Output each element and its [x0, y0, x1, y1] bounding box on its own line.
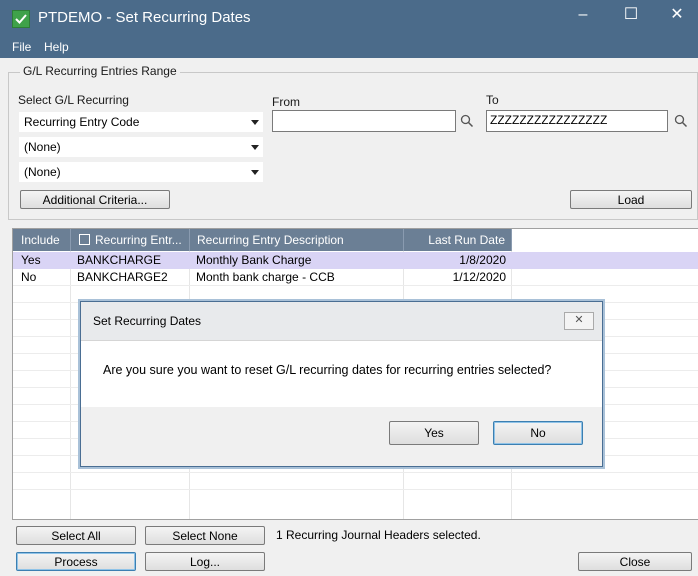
description-cell: Month bank charge - CCB [196, 270, 335, 284]
close-button[interactable]: Close [578, 552, 692, 571]
column-divider [70, 251, 71, 519]
column-header-include[interactable]: Include [13, 229, 71, 251]
menu-file[interactable]: File [12, 40, 31, 54]
select-none-button[interactable]: Select None [145, 526, 265, 545]
maximize-button[interactable]: ☐ [608, 0, 654, 32]
recurring-field-combo[interactable]: Recurring Entry Code [18, 111, 264, 133]
menu-help[interactable]: Help [44, 40, 69, 54]
to-label: To [486, 93, 499, 107]
to-input[interactable]: ZZZZZZZZZZZZZZZZ [486, 110, 668, 132]
combo-value: Recurring Entry Code [24, 115, 140, 129]
row-divider [13, 472, 698, 473]
from-search-icon[interactable] [460, 114, 474, 128]
chevron-down-icon [251, 120, 259, 125]
window-title: PTDEMO - Set Recurring Dates [38, 9, 251, 26]
menu-bar: File Help [0, 36, 698, 58]
load-button[interactable]: Load [570, 190, 692, 209]
code-cell: BANKCHARGE [77, 253, 162, 267]
criteria-combo-3[interactable]: (None) [18, 161, 264, 183]
include-cell: No [21, 270, 37, 284]
selection-status-text: 1 Recurring Journal Headers selected. [276, 528, 481, 542]
dialog-no-button[interactable]: No [493, 421, 583, 445]
log-button[interactable]: Log... [145, 552, 265, 571]
dialog-button-area: Yes No [81, 407, 602, 466]
confirm-dialog: Set Recurring Dates ✕ Are you sure you w… [80, 301, 603, 467]
last-run-cell: 1/8/2020 [459, 253, 506, 267]
description-cell: Monthly Bank Charge [196, 253, 312, 267]
to-input-value: ZZZZZZZZZZZZZZZZ [490, 113, 608, 127]
range-group-title: G/L Recurring Entries Range [20, 64, 180, 78]
column-header-code[interactable]: Recurring Entr... [71, 229, 190, 251]
app-check-icon [12, 10, 30, 28]
table-row[interactable]: No BANKCHARGE2 Month bank charge - CCB 1… [13, 269, 698, 286]
combo-value: (None) [24, 140, 61, 154]
column-header-description[interactable]: Recurring Entry Description [190, 229, 404, 251]
dialog-body: Are you sure you want to reset G/L recur… [81, 341, 602, 407]
code-cell: BANKCHARGE2 [77, 270, 168, 284]
table-row[interactable]: Yes BANKCHARGE Monthly Bank Charge 1/8/2… [13, 252, 698, 269]
minimize-button[interactable]: – [560, 0, 606, 32]
title-bar: PTDEMO - Set Recurring Dates – ☐ ✕ [0, 0, 698, 36]
row-divider [13, 489, 698, 490]
dialog-message: Are you sure you want to reset G/L recur… [103, 363, 552, 377]
dialog-title: Set Recurring Dates [93, 314, 202, 328]
dialog-close-icon[interactable]: ✕ [564, 312, 594, 330]
select-all-button[interactable]: Select All [16, 526, 136, 545]
column-header-last-run[interactable]: Last Run Date [404, 229, 512, 251]
criteria-combo-2[interactable]: (None) [18, 136, 264, 158]
to-search-icon[interactable] [674, 114, 688, 128]
dialog-title-bar: Set Recurring Dates ✕ [81, 302, 602, 341]
process-button[interactable]: Process [16, 552, 136, 571]
include-cell: Yes [21, 253, 41, 267]
dialog-yes-button[interactable]: Yes [389, 421, 479, 445]
chevron-down-icon [251, 170, 259, 175]
from-label: From [272, 95, 300, 109]
main-window: PTDEMO - Set Recurring Dates – ☐ ✕ File … [0, 0, 698, 576]
combo-value: (None) [24, 165, 61, 179]
column-header-code-label: Recurring Entr... [95, 233, 182, 247]
from-input[interactable] [272, 110, 456, 132]
window-close-button[interactable]: ✕ [654, 0, 698, 32]
last-run-cell: 1/12/2020 [452, 270, 506, 284]
select-recurring-label: Select G/L Recurring [18, 93, 129, 107]
key-field-icon [79, 234, 90, 245]
chevron-down-icon [251, 145, 259, 150]
additional-criteria-button[interactable]: Additional Criteria... [20, 190, 170, 209]
